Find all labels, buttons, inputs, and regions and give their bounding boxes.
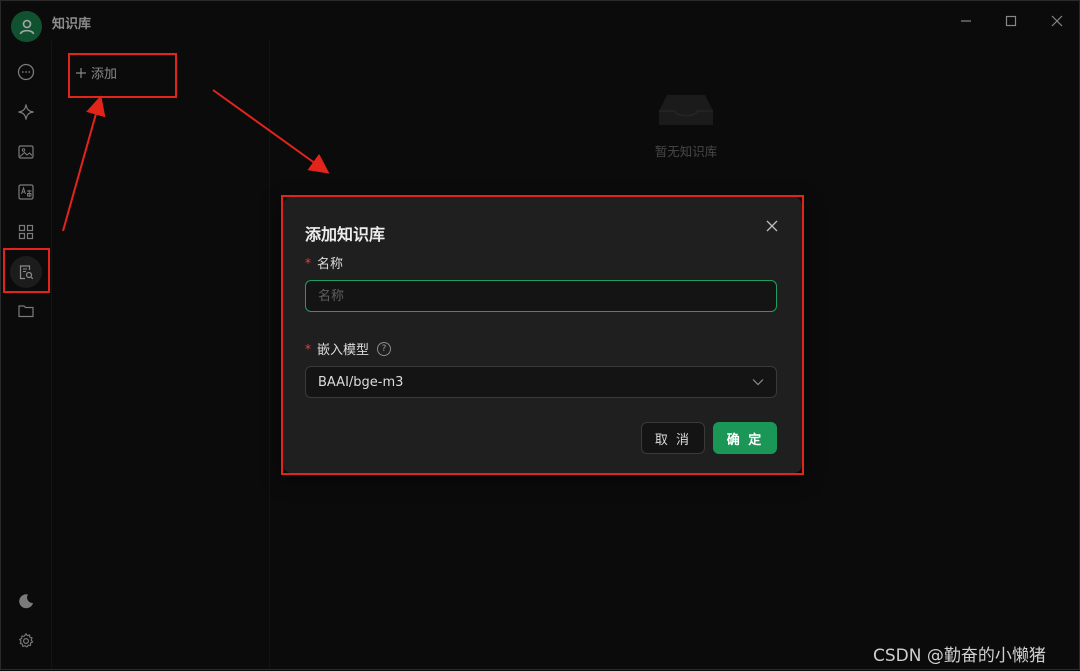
dialog-title: 添加知识库	[305, 225, 386, 244]
required-mark: *	[305, 255, 311, 270]
name-label-text: 名称	[317, 257, 344, 272]
cancel-button[interactable]: 取 消	[641, 422, 705, 454]
name-field-label: * 名称	[305, 253, 344, 273]
dialog-close-button[interactable]	[761, 215, 783, 237]
confirm-button[interactable]: 确 定	[713, 422, 777, 454]
close-icon	[766, 220, 778, 232]
chevron-down-icon	[752, 379, 764, 386]
name-input[interactable]	[305, 280, 777, 312]
add-knowledge-dialog: 添加知识库 * 名称 * 嵌入模型 ? BAAI/bge-m3 取 消 确 定	[283, 197, 802, 473]
model-label-text: 嵌入模型	[317, 343, 370, 358]
watermark: CSDN @勤奋的小懒猪	[873, 646, 1046, 666]
select-value: BAAI/bge-m3	[318, 374, 404, 390]
app-window: 知识库 添加 暂无知识库 添加知识库 * 名称 名称 * 嵌入模型 ? BAAI…	[0, 0, 1080, 670]
help-icon[interactable]: ?	[377, 341, 392, 356]
model-field-label: * 嵌入模型 ?	[305, 339, 392, 358]
required-mark: *	[305, 341, 311, 356]
embedding-model-select[interactable]: BAAI/bge-m3	[305, 366, 777, 398]
